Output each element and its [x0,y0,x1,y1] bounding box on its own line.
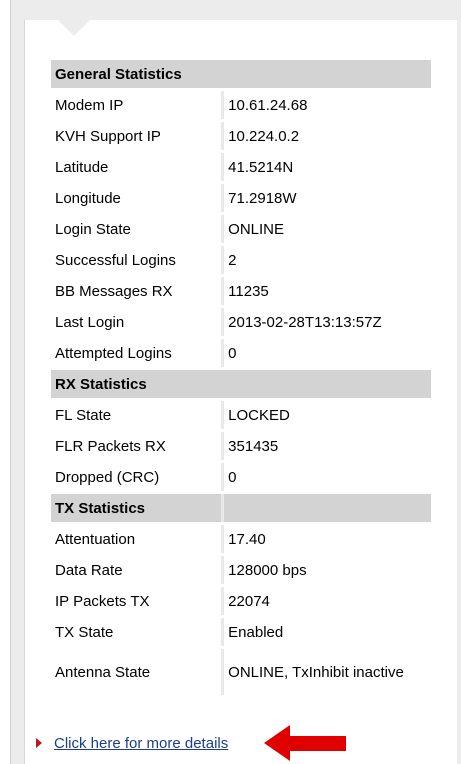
section-title: RX Statistics [51,370,431,398]
stat-value: 2013-02-28T13:13:57Z [221,308,431,336]
stat-label: Attempted Logins [51,339,222,367]
section-title: General Statistics [51,60,431,88]
stat-label: Data Rate [51,556,222,584]
stat-row-dropped-crc: Dropped (CRC) 0 [51,463,431,491]
stat-value: 0 [221,463,431,491]
stat-row-antenna-state: Antenna State ONLINE, TxInhibit inactive [51,649,431,695]
stat-row-latitude: Latitude 41.5214N [51,153,431,181]
stat-value: 351435 [221,432,431,460]
stat-value: 71.2918W [221,184,431,212]
stat-value: 41.5214N [221,153,431,181]
section-title-spacer [221,494,431,522]
stat-label: Attentuation [51,525,222,553]
stat-label: Modem IP [51,91,222,119]
panel-notch [58,20,90,36]
stat-row-successful-logins: Successful Logins 2 [51,246,431,274]
stat-value: 11235 [221,277,431,305]
stat-label: Last Login [51,308,222,336]
stat-row-attentuation: Attentuation 17.40 [51,525,431,553]
stat-row-modem-ip: Modem IP 10.61.24.68 [51,91,431,119]
section-header-tx: TX Statistics [51,494,431,522]
bullet-arrow-icon [36,738,42,748]
stat-value: 2 [221,246,431,274]
stat-value: 10.224.0.2 [221,122,431,150]
stat-row-attempted-logins: Attempted Logins 0 [51,339,431,367]
statistics-table: General Statistics Modem IP 10.61.24.68 … [51,57,431,698]
stat-label: IP Packets TX [51,587,222,615]
stat-label: Longitude [51,184,222,212]
stat-row-flr-packets-rx: FLR Packets RX 351435 [51,432,431,460]
stat-row-longitude: Longitude 71.2918W [51,184,431,212]
stat-value: ONLINE [221,215,431,243]
more-details-link[interactable]: Click here for more details [54,735,228,752]
stat-value: 128000 bps [221,556,431,584]
pointer-arrow-icon [264,725,346,761]
stat-value: LOCKED [221,401,431,429]
stat-value: 17.40 [221,525,431,553]
stat-label: Login State [51,215,222,243]
stat-value: Enabled [221,618,431,646]
stat-label: TX State [51,618,222,646]
details-footer: Click here for more details [36,733,228,753]
stat-label: Dropped (CRC) [51,463,222,491]
stat-value: 22074 [221,587,431,615]
stat-label: KVH Support IP [51,122,222,150]
stat-row-tx-state: TX State Enabled [51,618,431,646]
stat-label: FL State [51,401,222,429]
stat-row-data-rate: Data Rate 128000 bps [51,556,431,584]
stat-label: Latitude [51,153,222,181]
section-header-rx: RX Statistics [51,370,431,398]
stat-label: FLR Packets RX [51,432,222,460]
stat-value: 10.61.24.68 [221,91,431,119]
section-title: TX Statistics [51,494,222,522]
stat-row-bb-messages-rx: BB Messages RX 11235 [51,277,431,305]
stat-label: Antenna State [51,649,222,695]
stat-row-ip-packets-tx: IP Packets TX 22074 [51,587,431,615]
stat-label: Successful Logins [51,246,222,274]
section-header-general: General Statistics [51,60,431,88]
stat-value: 0 [221,339,431,367]
stat-row-fl-state: FL State LOCKED [51,401,431,429]
stat-row-login-state: Login State ONLINE [51,215,431,243]
stat-label: BB Messages RX [51,277,222,305]
stat-value: ONLINE, TxInhibit inactive [221,649,431,695]
stat-row-last-login: Last Login 2013-02-28T13:13:57Z [51,308,431,336]
stat-row-kvh-support-ip: KVH Support IP 10.224.0.2 [51,122,431,150]
